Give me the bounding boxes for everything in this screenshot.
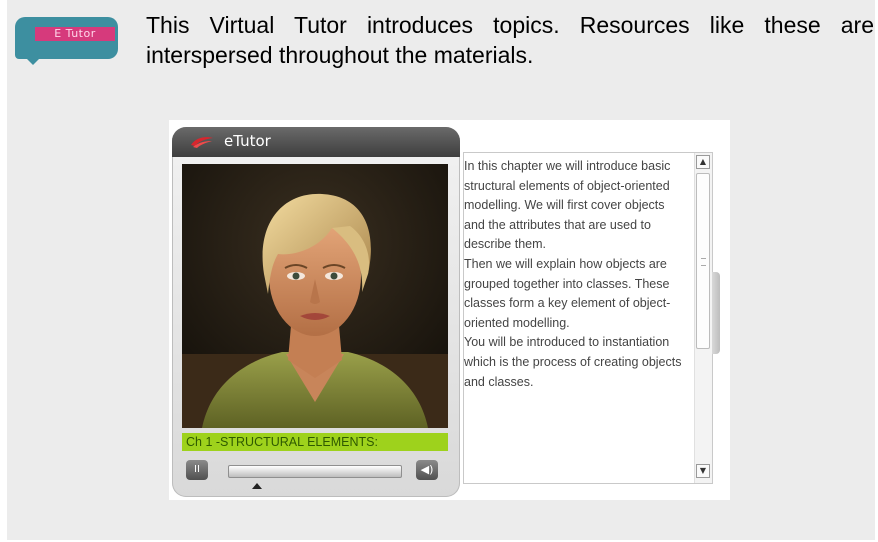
panel-drag-handle[interactable] bbox=[712, 272, 720, 354]
progress-slider[interactable] bbox=[228, 465, 402, 478]
etutor-badge-icon: E Tutor bbox=[15, 17, 121, 65]
transcript-paragraph: In this chapter we will introduce basic … bbox=[464, 159, 671, 252]
tutor-avatar-image bbox=[182, 164, 448, 428]
transcript-text: In this chapter we will introduce basic … bbox=[464, 153, 686, 392]
speaker-icon: ◀) bbox=[420, 463, 434, 476]
etutor-swoosh-icon bbox=[191, 137, 213, 148]
tutor-video[interactable] bbox=[182, 164, 448, 428]
arrow-up-icon[interactable]: ▲ bbox=[696, 155, 710, 169]
playhead-marker-icon[interactable] bbox=[252, 483, 262, 489]
chapter-title: Ch 1 -STRUCTURAL ELEMENTS: bbox=[182, 433, 448, 451]
volume-button[interactable]: ◀) bbox=[416, 460, 438, 480]
scroll-thumb[interactable] bbox=[696, 173, 710, 349]
player-header: eTutor bbox=[172, 127, 460, 157]
transcript-panel: In this chapter we will introduce basic … bbox=[463, 152, 713, 484]
grip-icon bbox=[701, 258, 706, 266]
player-title: eTutor bbox=[224, 132, 271, 150]
transcript-paragraph: You will be introduced to instantiation … bbox=[464, 335, 682, 389]
badge-label: E Tutor bbox=[35, 27, 115, 41]
transcript-paragraph: Then we will explain how objects are gro… bbox=[464, 256, 671, 330]
etutor-player: eTutor Ch 1 -STRUCTURAL ELEMENTS: II ◀) bbox=[172, 127, 460, 497]
pause-button[interactable]: II bbox=[186, 460, 208, 480]
arrow-down-icon[interactable]: ▼ bbox=[696, 464, 710, 478]
pause-icon: II bbox=[194, 464, 200, 475]
transcript-scrollbar[interactable]: ▲ ▼ bbox=[694, 153, 712, 483]
intro-text: This Virtual Tutor introduces topics. Re… bbox=[146, 12, 874, 68]
